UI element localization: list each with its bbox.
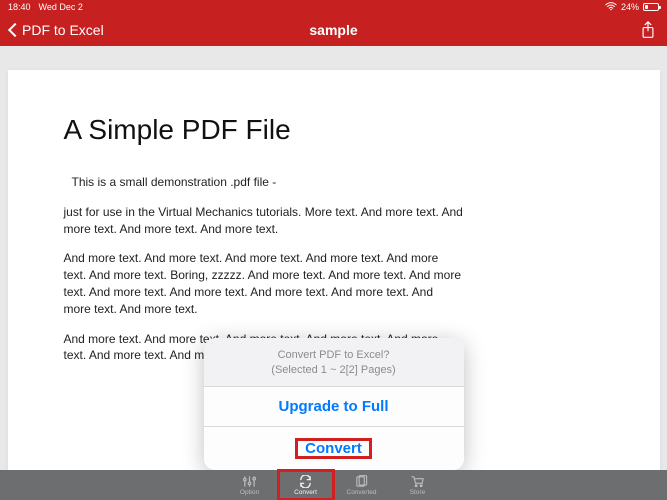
pdf-paragraph: And more text. And more text. And more t… [64, 250, 464, 317]
tab-converted[interactable]: Converted [334, 470, 390, 500]
tab-label: Store [410, 489, 426, 496]
upgrade-label: Upgrade to Full [279, 398, 389, 415]
tab-convert[interactable]: Convert [278, 470, 334, 500]
app-root: 18:40 Wed Dec 2 24% PDF to Excel sample … [0, 0, 667, 500]
document-viewport[interactable]: A Simple PDF File This is a small demons… [0, 46, 667, 500]
chevron-left-icon [8, 22, 22, 36]
share-button[interactable] [639, 20, 657, 40]
refresh-icon [298, 475, 313, 488]
tab-store[interactable]: Store [390, 470, 446, 500]
tab-label: Convert [294, 489, 317, 496]
tab-label: Option [240, 489, 259, 496]
tab-label: Converted [347, 489, 377, 496]
upgrade-button[interactable]: Upgrade to Full [204, 386, 464, 426]
tab-bar: Option Convert Converted Store [0, 470, 667, 500]
status-right: 24% [605, 2, 659, 12]
tab-option[interactable]: Option [222, 470, 278, 500]
back-button[interactable]: PDF to Excel [10, 22, 104, 38]
status-date: Wed Dec 2 [39, 2, 83, 12]
sliders-icon [242, 475, 257, 488]
pdf-title: A Simple PDF File [64, 114, 604, 146]
convert-sheet: Convert PDF to Excel? (Selected 1 ~ 2[2]… [204, 338, 464, 470]
pdf-body: This is a small demonstration .pdf file … [64, 174, 604, 364]
battery-icon [643, 3, 659, 11]
nav-bar: PDF to Excel sample [0, 13, 667, 46]
pdf-paragraph: This is a small demonstration .pdf file … [64, 174, 472, 191]
sheet-title: Convert PDF to Excel? [216, 348, 452, 363]
sheet-subtitle: (Selected 1 ~ 2[2] Pages) [216, 363, 452, 378]
status-time: 18:40 [8, 2, 31, 12]
status-left: 18:40 Wed Dec 2 [8, 2, 83, 12]
sheet-header: Convert PDF to Excel? (Selected 1 ~ 2[2]… [204, 338, 464, 386]
wifi-icon [605, 2, 617, 11]
page-title: sample [309, 22, 357, 38]
cart-icon [410, 475, 425, 488]
share-icon [640, 21, 656, 39]
battery-percent: 24% [621, 2, 639, 12]
status-bar: 18:40 Wed Dec 2 24% [0, 0, 667, 13]
files-icon [354, 475, 369, 488]
convert-label: Convert [295, 438, 372, 459]
back-label: PDF to Excel [22, 22, 104, 38]
pdf-paragraph: just for use in the Virtual Mechanics tu… [64, 204, 464, 238]
convert-button[interactable]: Convert [204, 426, 464, 470]
